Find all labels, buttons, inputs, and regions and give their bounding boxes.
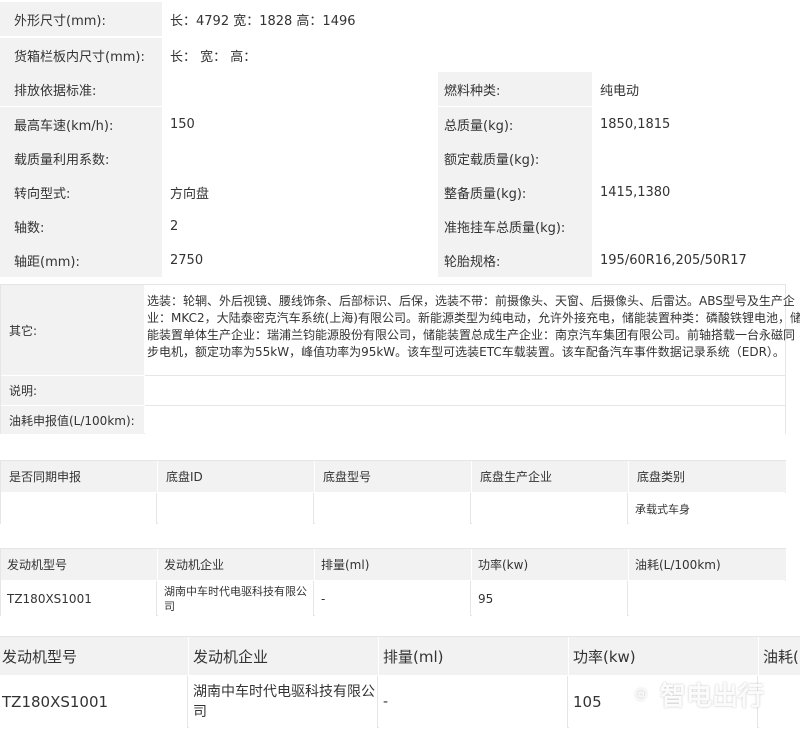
other-section: 其它: 选装：轮辋、外后视镜、腰线饰条、后部标识、后保，选装不带：前摄像头、天窗… xyxy=(0,284,800,434)
dimensions-label: 外形尺寸(mm): xyxy=(0,2,162,36)
motor2-cell: 湖南中车时代电驱科技有限公司 xyxy=(189,676,378,728)
chassis-cell xyxy=(1,493,157,524)
rated-load-label: 额定载质量(kg): xyxy=(438,141,592,175)
steering-value: 方向盘 xyxy=(164,175,436,209)
motor1-header: 发动机企业 xyxy=(158,549,314,580)
chassis-header: 底盘型号 xyxy=(315,461,471,492)
motor1-cell xyxy=(629,581,786,616)
motor1-cell: 95 xyxy=(472,581,628,616)
motor1-cell: TZ180XS1001 xyxy=(1,581,157,616)
emission-value xyxy=(164,72,436,106)
motor1-header: 油耗(L/100km) xyxy=(629,549,786,580)
chassis-header: 底盘ID xyxy=(158,461,314,492)
axles-value: 2 xyxy=(164,209,436,243)
watermark: @ 智电出行 xyxy=(627,676,764,713)
motor-table-1: 发动机型号 发动机企业 排量(ml) 功率(kw) 油耗(L/100km) TZ… xyxy=(0,548,786,616)
chassis-cell: 承载式车身 xyxy=(629,493,786,524)
load-factor-label: 载质量利用系数: xyxy=(0,141,162,175)
other-text: 选装：轮辋、外后视镜、腰线饰条、后部标识、后保，选装不带：前摄像头、天窗、后摄像… xyxy=(145,293,800,375)
fuel-label: 燃料种类: xyxy=(438,72,592,106)
gross-mass-value: 1850,1815 xyxy=(594,107,800,141)
chassis-cell xyxy=(158,493,314,524)
fuel-report-value xyxy=(145,405,785,434)
axles-label: 轴数: xyxy=(0,209,162,243)
motor2-cell: TZ180XS1001 xyxy=(0,676,188,728)
motor1-header: 功率(kw) xyxy=(472,549,628,580)
top-speed-label: 最高车速(km/h): xyxy=(0,107,162,141)
chassis-header: 是否同期申报 xyxy=(1,461,157,492)
motor2-header: 排量(ml) xyxy=(379,637,568,675)
chassis-header: 底盘类别 xyxy=(629,461,786,492)
note-label: 说明: xyxy=(1,375,144,405)
wheelbase-label: 轴距(mm): xyxy=(0,243,162,277)
load-factor-value xyxy=(164,141,436,175)
motor1-cell: 湖南中车时代电驱科技有限公司 xyxy=(158,581,314,616)
other-label: 其它: xyxy=(1,285,144,375)
chassis-cell xyxy=(315,493,471,524)
other-line: 业：MKC2，大陆泰密克汽车系统(上海)有限公司。新能源类型为纯电动，允许外接充… xyxy=(147,311,800,325)
wheelbase-value: 2750 xyxy=(164,243,436,277)
top-speed-value: 150 xyxy=(164,107,436,141)
motor1-header: 发动机型号 xyxy=(1,549,157,580)
note-value xyxy=(145,375,785,405)
dimensions-value: 长：4792 宽：1828 高：1496 xyxy=(164,2,800,36)
watermark-at-icon: @ xyxy=(627,681,654,708)
motor2-header: 发动机型号 xyxy=(0,637,188,675)
chassis-header: 底盘生产企业 xyxy=(472,461,628,492)
curb-mass-label: 整备质量(kg): xyxy=(438,175,592,209)
fuel-report-label: 油耗申报值(L/100km): xyxy=(1,405,144,434)
motor2-company: 湖南中车时代电驱科技有限公司 xyxy=(193,684,375,720)
motor2-cell: - xyxy=(379,676,568,728)
other-line: 能装置单体生产企业：瑞浦兰钧能源股份有限公司，储能装置总成生产企业：南京汽车集团… xyxy=(147,328,796,342)
tires-value: 195/60R16,205/50R17 xyxy=(594,243,800,277)
motor1-company: 湖南中车时代电驱科技有限公司 xyxy=(164,584,307,613)
gross-mass-label: 总质量(kg): xyxy=(438,107,592,141)
motor1-cell: - xyxy=(315,581,471,616)
motor2-header: 功率(kw) xyxy=(569,637,758,675)
motor1-header: 排量(ml) xyxy=(315,549,471,580)
spec-table: 外形尺寸(mm): 长：4792 宽：1828 高：1496 货箱栏板内尺寸(m… xyxy=(0,0,800,278)
chassis-table: 是否同期申报 底盘ID 底盘型号 底盘生产企业 底盘类别 承载式车身 xyxy=(0,460,786,524)
tow-mass-value xyxy=(594,209,800,243)
other-line: 步电机，额定功率为55kW，峰值功率为95kW。该车型可选装ETC车载装置。该车… xyxy=(147,345,785,359)
tires-label: 轮胎规格: xyxy=(438,243,592,277)
other-line: 选装：轮辋、外后视镜、腰线饰条、后部标识、后保，选装不带：前摄像头、天窗、后摄像… xyxy=(147,294,795,308)
emission-label: 排放依据标准: xyxy=(0,72,162,106)
cargo-value: 长： 宽： 高： xyxy=(164,38,800,72)
watermark-text: 智电出行 xyxy=(659,682,764,712)
motor2-header: 发动机企业 xyxy=(189,637,378,675)
rated-load-value xyxy=(594,141,800,175)
motor2-header: 油耗(L xyxy=(759,637,800,675)
cargo-label: 货箱栏板内尺寸(mm): xyxy=(0,38,162,72)
chassis-cell xyxy=(472,493,628,524)
tow-mass-label: 准拖挂车总质量(kg): xyxy=(438,209,592,243)
fuel-value: 纯电动 xyxy=(594,72,800,106)
motor2-cell xyxy=(759,676,800,728)
curb-mass-value: 1415,1380 xyxy=(594,175,800,209)
steering-label: 转向型式: xyxy=(0,175,162,209)
